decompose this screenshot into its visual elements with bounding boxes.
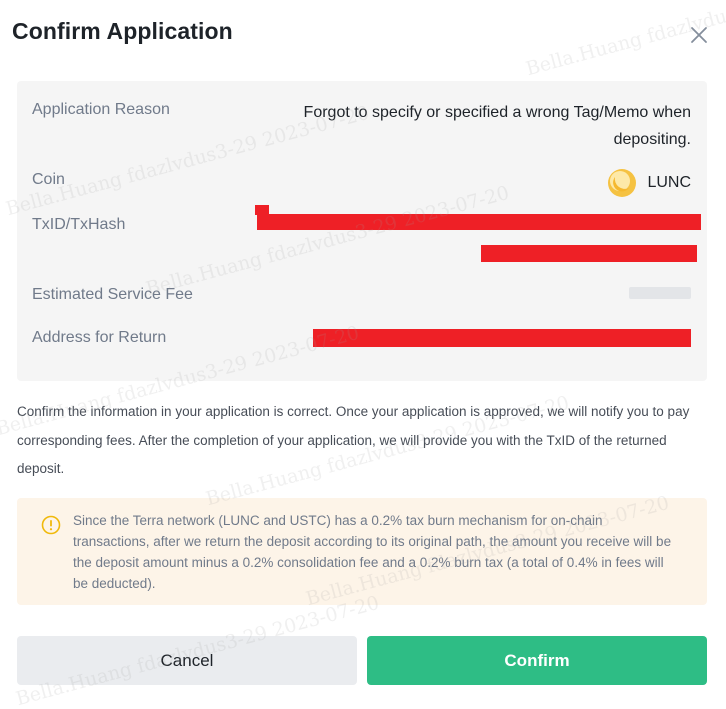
warning-text: Since the Terra network (LUNC and USTC) … xyxy=(73,513,672,591)
close-icon[interactable] xyxy=(688,24,710,46)
coin-name: LUNC xyxy=(647,174,691,191)
dialog-title: Confirm Application xyxy=(12,18,233,44)
application-details-panel: Application Reason Forgot to specify or … xyxy=(17,81,707,381)
fee-label: Estimated Service Fee xyxy=(32,286,193,303)
return-address-redaction xyxy=(313,329,691,347)
reason-label: Application Reason xyxy=(32,101,170,118)
cancel-button[interactable]: Cancel xyxy=(17,636,357,685)
txid-label: TxID/TxHash xyxy=(32,216,126,233)
warning-notice: Since the Terra network (LUNC and USTC) … xyxy=(17,498,707,605)
txid-redaction xyxy=(481,245,697,262)
confirm-button[interactable]: Confirm xyxy=(367,636,707,685)
reason-value: Forgot to specify or specified a wrong T… xyxy=(303,104,691,148)
warning-circle-icon xyxy=(41,515,61,535)
txid-redaction xyxy=(257,214,701,230)
lunc-coin-icon xyxy=(607,168,637,198)
coin-label: Coin xyxy=(32,171,65,188)
coin-value: LUNC xyxy=(607,168,691,198)
confirm-application-dialog: Confirm Application Application Reason F… xyxy=(0,0,726,709)
fee-value-blurred xyxy=(629,287,691,299)
return-address-label: Address for Return xyxy=(32,329,167,346)
confirmation-info-text: Confirm the information in your applicat… xyxy=(17,404,690,476)
